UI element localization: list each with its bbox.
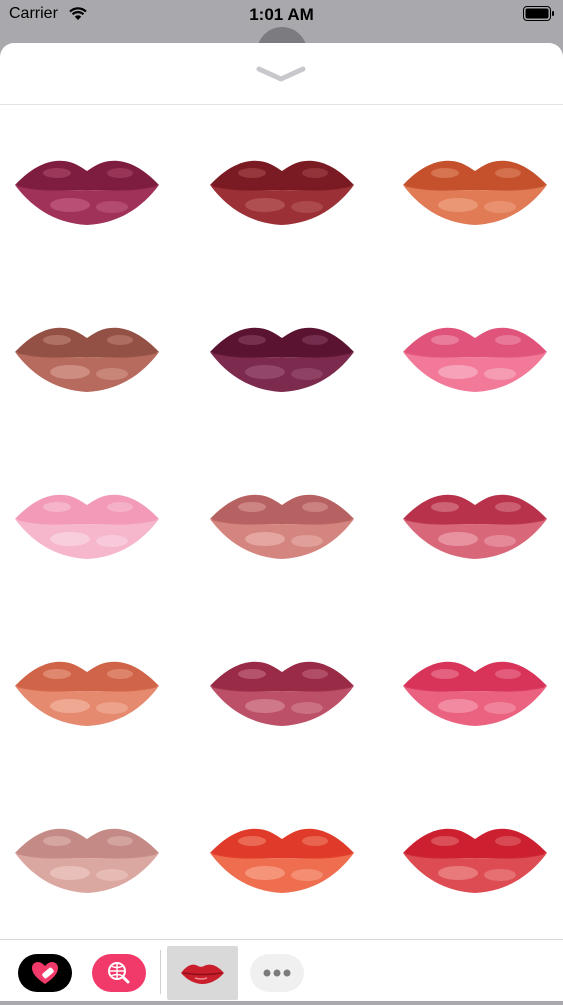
lips-icon (210, 828, 354, 893)
lip-sticker[interactable] (12, 648, 162, 738)
sheet-header (0, 43, 563, 105)
lip-sticker[interactable] (207, 481, 357, 571)
lips-icon (210, 494, 354, 559)
lips-icon (15, 661, 159, 726)
lip-sticker[interactable] (12, 481, 162, 571)
lip-sticker[interactable] (12, 147, 162, 237)
lip-sticker[interactable] (207, 648, 357, 738)
sticker-sheet (0, 43, 563, 1001)
lips-icon (403, 327, 547, 392)
lips-icon (15, 828, 159, 893)
lip-sticker[interactable] (400, 314, 550, 404)
lip-sticker[interactable] (12, 815, 162, 905)
battery-icon (523, 6, 554, 21)
lips-icon (403, 160, 547, 225)
lips-icon (403, 828, 547, 893)
lip-sticker[interactable] (400, 481, 550, 571)
lips-icon (210, 160, 354, 225)
lip-sticker[interactable] (400, 147, 550, 237)
lips-icon (15, 327, 159, 392)
lip-sticker[interactable] (12, 314, 162, 404)
lip-sticker[interactable] (400, 648, 550, 738)
lips-icon (403, 661, 547, 726)
lips-icon (403, 494, 547, 559)
status-time: 1:01 AM (249, 5, 314, 24)
globe-search-icon (108, 962, 130, 984)
status-bar: Carrier 1:01 AM (0, 0, 563, 30)
tray-divider (160, 950, 161, 994)
chevron-down-icon[interactable] (255, 65, 307, 83)
image-search-button[interactable] (92, 954, 146, 992)
lips-icon (181, 964, 224, 984)
heart-store-icon (32, 962, 58, 984)
lips-icon (210, 661, 354, 726)
current-app-button[interactable] (167, 946, 238, 1000)
sticker-grid (0, 105, 563, 939)
lip-sticker[interactable] (207, 314, 357, 404)
lip-sticker[interactable] (207, 815, 357, 905)
app-store-button[interactable] (18, 954, 72, 992)
lip-sticker[interactable] (400, 815, 550, 905)
lip-sticker[interactable] (207, 147, 357, 237)
ellipsis-icon (263, 969, 291, 977)
lips-icon (15, 494, 159, 559)
more-apps-button[interactable] (250, 954, 304, 992)
lips-icon (15, 160, 159, 225)
app-tray (0, 939, 563, 1001)
lips-icon (210, 327, 354, 392)
